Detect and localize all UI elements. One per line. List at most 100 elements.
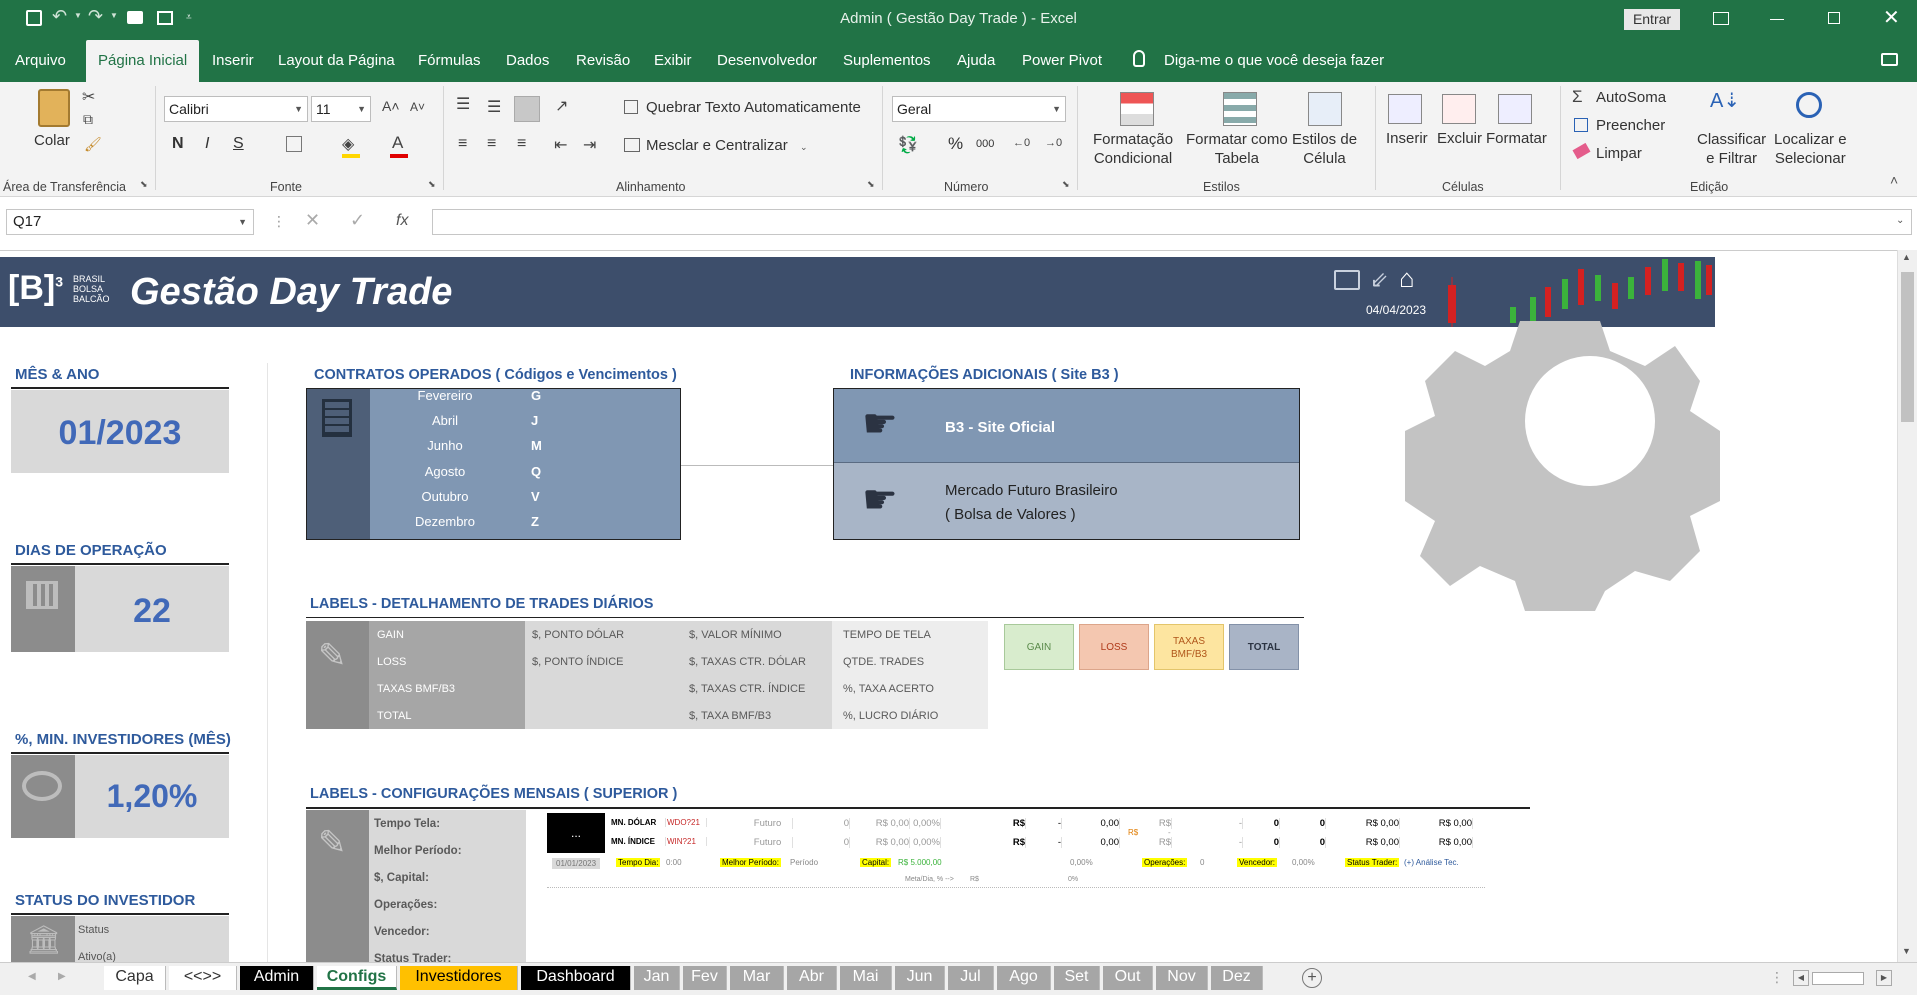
number-format-select[interactable]: Geral ▼ (892, 96, 1066, 122)
sheet-tab-[interactable]: <<>> (169, 966, 237, 990)
sheet-tab-admin[interactable]: Admin (240, 966, 314, 990)
tab-desenvolvedor[interactable]: Desenvolvedor (717, 40, 817, 82)
save-icon[interactable] (26, 10, 42, 26)
conditional-format-button[interactable]: Formatação Condicional (1093, 130, 1173, 168)
expand-formula-icon[interactable]: ⌄ (1896, 215, 1904, 226)
align-bottom-icon[interactable] (514, 96, 540, 122)
customize-qat-icon[interactable]: ⩡ (186, 12, 192, 23)
vertical-scrollbar[interactable]: ▲ ▼ (1897, 250, 1917, 962)
form-icon[interactable] (157, 11, 173, 25)
alignment-launcher-icon[interactable]: ⬊ (867, 179, 875, 190)
autosum-icon[interactable]: Σ (1572, 87, 1583, 107)
sheet-tab-out[interactable]: Out (1103, 966, 1153, 990)
hscroll-thumb[interactable] (1812, 972, 1864, 985)
sheet-tab-capa[interactable]: Capa (104, 966, 166, 990)
shrink-font-icon[interactable]: A˅ (410, 100, 425, 114)
tab-ajuda[interactable]: Ajuda (957, 40, 995, 82)
worksheet[interactable]: [B]3 BRASIL BOLSA BALCÃO Gestão Day Trad… (0, 250, 1897, 962)
name-box[interactable]: Q17 ▼ (6, 209, 254, 235)
delete-cells-button[interactable]: Excluir (1437, 130, 1482, 147)
sheet-tab-mar[interactable]: Mar (730, 966, 784, 990)
cancel-entry-icon[interactable]: ✕ (305, 210, 320, 231)
grow-font-icon[interactable]: A˄ (382, 98, 400, 114)
percent-button[interactable]: % (948, 134, 963, 154)
clear-button[interactable]: Limpar (1596, 145, 1642, 162)
insert-function-button[interactable]: fx (396, 212, 408, 230)
align-right-icon[interactable]: ≡ (517, 135, 526, 153)
split-handle-icon[interactable]: ⋮ (1770, 969, 1784, 986)
number-launcher-icon[interactable]: ⬊ (1062, 179, 1070, 190)
find-select-button[interactable]: Localizar e Selecionar (1774, 130, 1847, 168)
italic-button[interactable]: I (205, 135, 209, 153)
sort-filter-button[interactable]: Classificar e Filtrar (1697, 130, 1766, 168)
increase-indent-icon[interactable]: ⇥ (583, 135, 596, 155)
monitor-icon[interactable] (1334, 270, 1360, 290)
sheet-tab-set[interactable]: Set (1054, 966, 1100, 990)
align-center-icon[interactable]: ≡ (487, 135, 496, 153)
underline-button[interactable]: S (233, 135, 244, 153)
decrease-decimal-icon[interactable]: →0 (1045, 137, 1062, 149)
undo-icon[interactable]: ↶ (52, 6, 67, 27)
tab-scroll-left-icon[interactable]: ◀ (28, 971, 36, 982)
orientation-icon[interactable]: ↗ (555, 96, 568, 116)
sheet-tab-configs[interactable]: Configs (317, 966, 397, 990)
sheet-tab-ago[interactable]: Ago (997, 966, 1051, 990)
tab-suplementos[interactable]: Suplementos (843, 40, 931, 82)
info-link-b3[interactable]: B3 - Site Oficial (945, 419, 1055, 436)
add-sheet-icon[interactable]: + (1302, 968, 1322, 988)
borders-icon[interactable] (286, 136, 302, 152)
tab-layout[interactable]: Layout da Página (278, 40, 395, 82)
currency-icon[interactable]: 💱 (898, 135, 918, 155)
align-left-icon[interactable]: ≡ (458, 135, 467, 153)
redo-dropdown-icon[interactable]: ▼ (110, 11, 118, 20)
increase-decimal-icon[interactable]: ←0 (1013, 137, 1030, 149)
scroll-up-icon[interactable]: ▲ (1902, 252, 1911, 262)
camera-icon[interactable] (127, 11, 143, 24)
sheet-tab-mai[interactable]: Mai (840, 966, 892, 990)
sheet-tab-dez[interactable]: Dez (1211, 966, 1263, 990)
sheet-tab-investidores[interactable]: Investidores (400, 966, 518, 990)
paste-icon[interactable] (38, 89, 70, 127)
tab-arquivo[interactable]: Arquivo (15, 40, 66, 82)
fill-button[interactable]: Preencher (1596, 117, 1665, 134)
scroll-thumb[interactable] (1901, 272, 1914, 422)
config-row1-cell[interactable]: WDO?21 (667, 818, 707, 827)
confirm-entry-icon[interactable]: ✓ (350, 210, 365, 231)
paste-button[interactable]: Colar (34, 132, 70, 149)
tab-power-pivot[interactable]: Power Pivot (1022, 40, 1102, 82)
home-icon[interactable]: ⌂ (1399, 263, 1415, 294)
sheet-tab-abr[interactable]: Abr (787, 966, 837, 990)
config-row2-cell[interactable]: WIN?21 (667, 837, 707, 846)
decrease-indent-icon[interactable]: ⇤ (554, 135, 567, 155)
tab-pagina-inicial[interactable]: Página Inicial (86, 40, 200, 82)
scroll-down-icon[interactable]: ▼ (1902, 946, 1911, 956)
info-row-1[interactable] (834, 389, 1299, 463)
bold-button[interactable]: N (172, 135, 184, 153)
fill-color-icon[interactable]: ◈ (342, 134, 354, 154)
cut-icon[interactable]: ✂ (82, 87, 95, 107)
tell-me-search[interactable]: Diga-me o que você deseja fazer (1164, 40, 1384, 82)
shrink-arrow-icon[interactable]: ⇙ (1370, 267, 1388, 293)
insert-cells-button[interactable]: Inserir (1386, 130, 1428, 147)
align-top-icon[interactable]: ☰ (456, 94, 470, 114)
thousands-button[interactable]: 000 (976, 138, 994, 150)
tab-formulas[interactable]: Fórmulas (418, 40, 481, 82)
tab-revisao[interactable]: Revisão (576, 40, 630, 82)
ribbon-display-icon[interactable] (1713, 12, 1729, 25)
hscroll-right-icon[interactable]: ▶ (1876, 970, 1892, 986)
format-painter-icon[interactable]: 🖌 (84, 136, 102, 153)
clipboard-launcher-icon[interactable]: ⬊ (140, 179, 148, 190)
sheet-tab-jun[interactable]: Jun (895, 966, 945, 990)
sheet-tab-jan[interactable]: Jan (634, 966, 680, 990)
font-launcher-icon[interactable]: ⬊ (428, 179, 436, 190)
sheet-tab-dashboard[interactable]: Dashboard (521, 966, 631, 990)
minimize-icon[interactable] (1770, 19, 1784, 20)
hscroll-left-icon[interactable]: ◀ (1793, 970, 1809, 986)
sheet-tab-fev[interactable]: Fev (683, 966, 727, 990)
tab-dados[interactable]: Dados (506, 40, 549, 82)
tab-exibir[interactable]: Exibir (654, 40, 692, 82)
close-icon[interactable]: ✕ (1883, 5, 1900, 30)
font-size-select[interactable]: 11 ▼ (311, 96, 371, 122)
undo-dropdown-icon[interactable]: ▼ (74, 11, 82, 20)
merge-dropdown-icon[interactable]: ⌄ (800, 142, 808, 153)
